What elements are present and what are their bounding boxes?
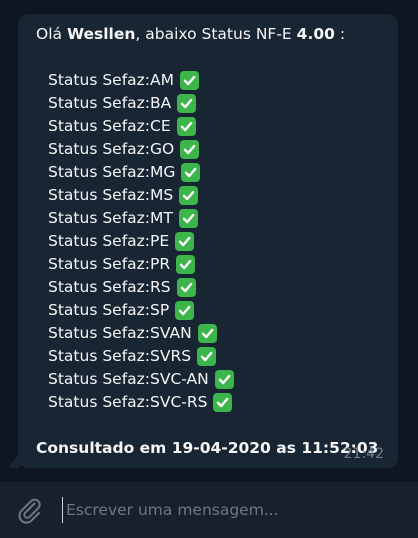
check-mark-icon [181, 163, 201, 182]
greeting-prefix: Olá [36, 25, 67, 43]
check-mark-icon [214, 370, 234, 389]
status-row: Status Sefaz: SVC-RS [48, 391, 234, 414]
status-state: BA [150, 94, 172, 112]
status-state: GO [150, 140, 175, 158]
status-label: Status Sefaz: [48, 94, 151, 112]
status-row: Status Sefaz: PR [48, 253, 234, 276]
status-state: SVC-AN [150, 370, 209, 388]
message-input[interactable]: Escrever uma mensagem... [62, 497, 402, 523]
status-label: Status Sefaz: [48, 232, 151, 250]
chat-area: Olá Wesllen, abaixo Status NF-E 4.00 : S… [0, 0, 418, 482]
status-row: Status Sefaz: PE [48, 230, 234, 253]
check-mark-icon [197, 324, 217, 343]
status-state: SP [150, 301, 170, 319]
status-label: Status Sefaz: [48, 393, 151, 411]
check-mark-icon [179, 186, 199, 205]
check-mark-icon [175, 232, 195, 251]
greeting-line: Olá Wesllen, abaixo Status NF-E 4.00 : [36, 24, 345, 44]
status-row: Status Sefaz: SVAN [48, 322, 234, 345]
status-label: Status Sefaz: [48, 301, 151, 319]
check-mark-icon [176, 117, 196, 136]
status-label: Status Sefaz: [48, 209, 151, 227]
status-state: MS [150, 186, 174, 204]
message-bubble[interactable]: Olá Wesllen, abaixo Status NF-E 4.00 : S… [18, 14, 398, 468]
status-row: Status Sefaz: BA [48, 92, 234, 115]
status-row: Status Sefaz: SVC-AN [48, 368, 234, 391]
greeting-suffix: : [334, 25, 346, 43]
status-label: Status Sefaz: [48, 140, 151, 158]
status-state: MT [150, 209, 173, 227]
status-state: SVC-RS [150, 393, 208, 411]
status-row: Status Sefaz: MS [48, 184, 234, 207]
check-mark-icon [180, 71, 199, 90]
consulted-at: Consultado em 19-04-2020 as 11:52:03 [36, 439, 379, 457]
status-label: Status Sefaz: [48, 186, 151, 204]
status-list: Status Sefaz: AM Status Sefaz: BA Status S… [48, 69, 234, 414]
status-row: Status Sefaz: AM [48, 69, 234, 92]
status-row: Status Sefaz: MG [48, 161, 234, 184]
status-state: PE [150, 232, 170, 250]
status-row: Status Sefaz: SVRS [48, 345, 234, 368]
status-label: Status Sefaz: [48, 370, 151, 388]
check-mark-icon [175, 301, 195, 320]
status-state: SVAN [150, 324, 192, 342]
check-mark-icon [177, 94, 197, 113]
status-state: RS [150, 278, 171, 296]
status-label: Status Sefaz: [48, 347, 151, 365]
paperclip-icon[interactable] [14, 494, 44, 524]
status-label: Status Sefaz: [48, 71, 151, 89]
user-name: Wesllen [66, 25, 136, 43]
check-mark-icon [178, 209, 198, 228]
check-mark-icon [213, 393, 233, 412]
status-state: CE [150, 117, 171, 135]
check-mark-icon [176, 278, 196, 297]
status-state: PR [150, 255, 171, 273]
status-label: Status Sefaz: [48, 117, 151, 135]
status-state: SVRS [150, 347, 192, 365]
nfe-version: 4.00 [296, 25, 335, 43]
status-label: Status Sefaz: [48, 278, 151, 296]
status-state: AM [150, 71, 174, 89]
status-label: Status Sefaz: [48, 324, 151, 342]
check-mark-icon [176, 255, 196, 274]
status-row: Status Sefaz: GO [48, 138, 234, 161]
message-time: 21:42 [343, 446, 384, 462]
status-state: MG [150, 163, 176, 181]
greeting-middle: , abaixo Status NF-E [135, 25, 297, 43]
status-row: Status Sefaz: MT [48, 207, 234, 230]
message-composer: Escrever uma mensagem... [0, 482, 418, 538]
check-mark-icon [180, 140, 200, 159]
status-label: Status Sefaz: [48, 163, 151, 181]
status-row: Status Sefaz: SP [48, 299, 234, 322]
check-mark-icon [197, 347, 217, 366]
status-row: Status Sefaz: CE [48, 115, 234, 138]
status-row: Status Sefaz: RS [48, 276, 234, 299]
status-label: Status Sefaz: [48, 255, 151, 273]
